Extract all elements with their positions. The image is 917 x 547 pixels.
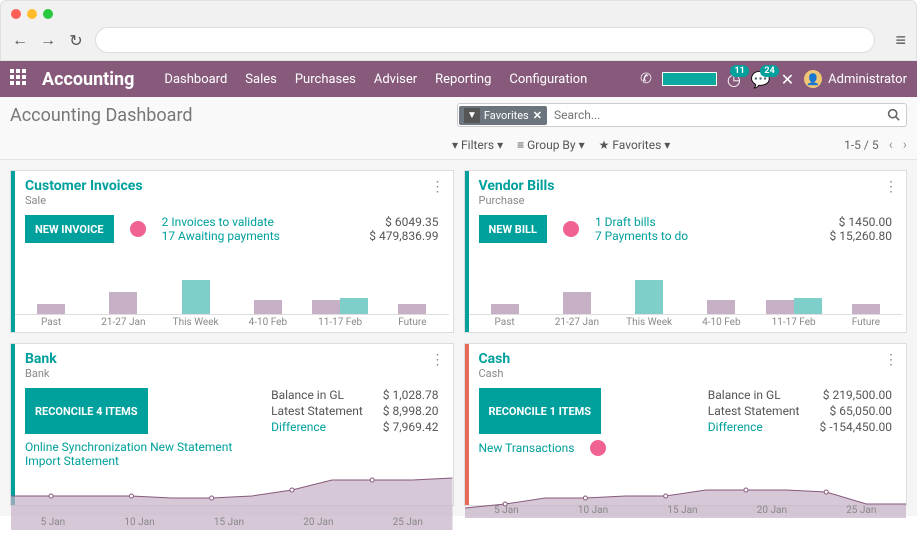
- header-right: ✆ ◷11 💬24 ✕ 👤 Administrator: [640, 70, 907, 89]
- activity-icon[interactable]: ◷11: [727, 70, 741, 89]
- filter-chip-remove[interactable]: ✕: [533, 109, 542, 122]
- browser-chrome: ← → ↻ ≡: [0, 0, 917, 61]
- reload-icon[interactable]: ↻: [67, 31, 85, 49]
- hamburger-icon[interactable]: ≡: [895, 30, 906, 51]
- amount: $ 15,260.80: [830, 229, 892, 243]
- reconcile-button[interactable]: RECONCILE 4 ITEMS: [25, 388, 148, 434]
- menu-sales[interactable]: Sales: [245, 72, 277, 87]
- messages-icon[interactable]: 💬24: [751, 70, 771, 89]
- user-menu[interactable]: 👤 Administrator: [804, 70, 907, 88]
- line-chart: 5 Jan 10 Jan 15 Jan 20 Jan 25 Jan: [11, 470, 453, 530]
- page-title: Accounting Dashboard: [10, 105, 447, 126]
- search-box[interactable]: ▼ Favorites ✕: [457, 103, 907, 127]
- card-menu-icon[interactable]: ⋮: [884, 179, 898, 195]
- filter-chip-favorites: ▼ Favorites ✕: [459, 106, 547, 125]
- amount: $ 6049.35: [369, 215, 438, 229]
- app-title: Accounting: [42, 69, 134, 90]
- top-menu: Dashboard Sales Purchases Adviser Report…: [164, 72, 640, 87]
- card-subtitle: Sale: [25, 194, 441, 207]
- link-invoices-validate[interactable]: 2 Invoices to validate: [162, 215, 280, 229]
- card-stripe: [465, 171, 469, 332]
- messages-count: 24: [760, 65, 778, 77]
- app-header: Accounting Dashboard Sales Purchases Adv…: [0, 61, 917, 97]
- search-input[interactable]: [548, 108, 881, 122]
- amount: $ 1450.00: [830, 215, 892, 229]
- window-minimize[interactable]: [27, 9, 37, 19]
- filter-controls: ▾Filters ▾ ≡Group By ▾ ★Favorites ▾: [452, 138, 670, 152]
- window-close[interactable]: [11, 9, 21, 19]
- back-icon[interactable]: ←: [11, 31, 29, 49]
- amount: $ 479,836.99: [369, 229, 438, 243]
- bar-chart: Past 21-27 Jan This Week 4-10 Feb 11-17 …: [465, 284, 907, 332]
- card-menu-icon[interactable]: ⋮: [884, 352, 898, 368]
- card-vendor-bills: ⋮ Vendor Bills Purchase NEW BILL 1 Draft…: [464, 170, 908, 333]
- link-draft-bills[interactable]: 1 Draft bills: [595, 215, 688, 229]
- forward-icon[interactable]: →: [39, 31, 57, 49]
- card-title[interactable]: Customer Invoices: [25, 178, 441, 194]
- url-bar[interactable]: [95, 27, 875, 53]
- menu-reporting[interactable]: Reporting: [435, 72, 491, 87]
- menu-configuration[interactable]: Configuration: [509, 72, 587, 87]
- funnel-icon: ▾: [452, 138, 458, 152]
- stats: Balance in GL$ 219,500.00 Latest Stateme…: [708, 388, 892, 434]
- card-customer-invoices: ⋮ Customer Invoices Sale NEW INVOICE 2 I…: [10, 170, 454, 333]
- favorites-button[interactable]: ★Favorites ▾: [599, 138, 671, 152]
- reconcile-button[interactable]: RECONCILE 1 ITEMS: [479, 388, 602, 434]
- menu-dashboard[interactable]: Dashboard: [164, 72, 227, 87]
- pager-text: 1-5 / 5: [844, 138, 878, 152]
- progress-indicator[interactable]: [662, 72, 717, 86]
- card-subtitle: Bank: [25, 367, 441, 380]
- link-payments-todo[interactable]: 7 Payments to do: [595, 229, 688, 243]
- groupby-button[interactable]: ≡Group By ▾: [517, 138, 585, 152]
- phone-icon[interactable]: ✆: [640, 71, 652, 87]
- control-bar: Accounting Dashboard ▼ Favorites ✕ ▾Filt…: [0, 97, 917, 160]
- window-maximize[interactable]: [43, 9, 53, 19]
- activity-count: 11: [730, 65, 748, 77]
- link-awaiting-payments[interactable]: 17 Awaiting payments: [162, 229, 280, 243]
- list-icon: ≡: [517, 138, 524, 152]
- new-invoice-button[interactable]: NEW INVOICE: [25, 215, 114, 243]
- status-dot: [563, 221, 579, 237]
- menu-purchases[interactable]: Purchases: [295, 72, 356, 87]
- browser-toolbar: ← → ↻ ≡: [1, 27, 916, 61]
- link-online-sync[interactable]: Online Synchronization New Statement: [25, 440, 439, 454]
- menu-adviser[interactable]: Adviser: [374, 72, 417, 87]
- apps-icon[interactable]: [10, 69, 30, 89]
- dashboard: ⋮ Customer Invoices Sale NEW INVOICE 2 I…: [0, 160, 917, 516]
- status-dot: [130, 221, 146, 237]
- card-subtitle: Cash: [479, 367, 895, 380]
- card-menu-icon[interactable]: ⋮: [431, 352, 445, 368]
- window-controls: [1, 1, 916, 27]
- card-title[interactable]: Bank: [25, 351, 441, 367]
- status-dot: [590, 440, 606, 456]
- pager-prev[interactable]: ‹: [889, 137, 893, 153]
- funnel-icon: ▼: [464, 108, 480, 123]
- user-name: Administrator: [828, 72, 907, 87]
- search-icon[interactable]: [881, 106, 906, 125]
- line-chart: 5 Jan 10 Jan 15 Jan 20 Jan 25 Jan: [465, 458, 907, 518]
- pager: 1-5 / 5 ‹ ›: [844, 137, 907, 153]
- close-icon[interactable]: ✕: [781, 70, 794, 89]
- card-menu-icon[interactable]: ⋮: [431, 179, 445, 195]
- stats: Balance in GL$ 1,028.78 Latest Statement…: [271, 388, 438, 434]
- card-bank: ⋮ Bank Bank RECONCILE 4 ITEMS Balance in…: [10, 343, 454, 506]
- link-import-statement[interactable]: Import Statement: [25, 454, 439, 468]
- new-bill-button[interactable]: NEW BILL: [479, 215, 547, 243]
- avatar: 👤: [804, 70, 822, 88]
- bar-chart: Past 21-27 Jan This Week 4-10 Feb 11-17 …: [11, 284, 453, 332]
- card-subtitle: Purchase: [479, 194, 895, 207]
- card-stripe: [11, 171, 15, 332]
- card-title[interactable]: Cash: [479, 351, 895, 367]
- filter-chip-label: Favorites: [484, 109, 529, 122]
- filters-button[interactable]: ▾Filters ▾: [452, 138, 503, 152]
- card-title[interactable]: Vendor Bills: [479, 178, 895, 194]
- pager-next[interactable]: ›: [903, 137, 907, 153]
- link-new-transactions[interactable]: New Transactions: [479, 441, 575, 455]
- card-cash: ⋮ Cash Cash RECONCILE 1 ITEMS Balance in…: [464, 343, 908, 506]
- star-icon: ★: [599, 138, 610, 152]
